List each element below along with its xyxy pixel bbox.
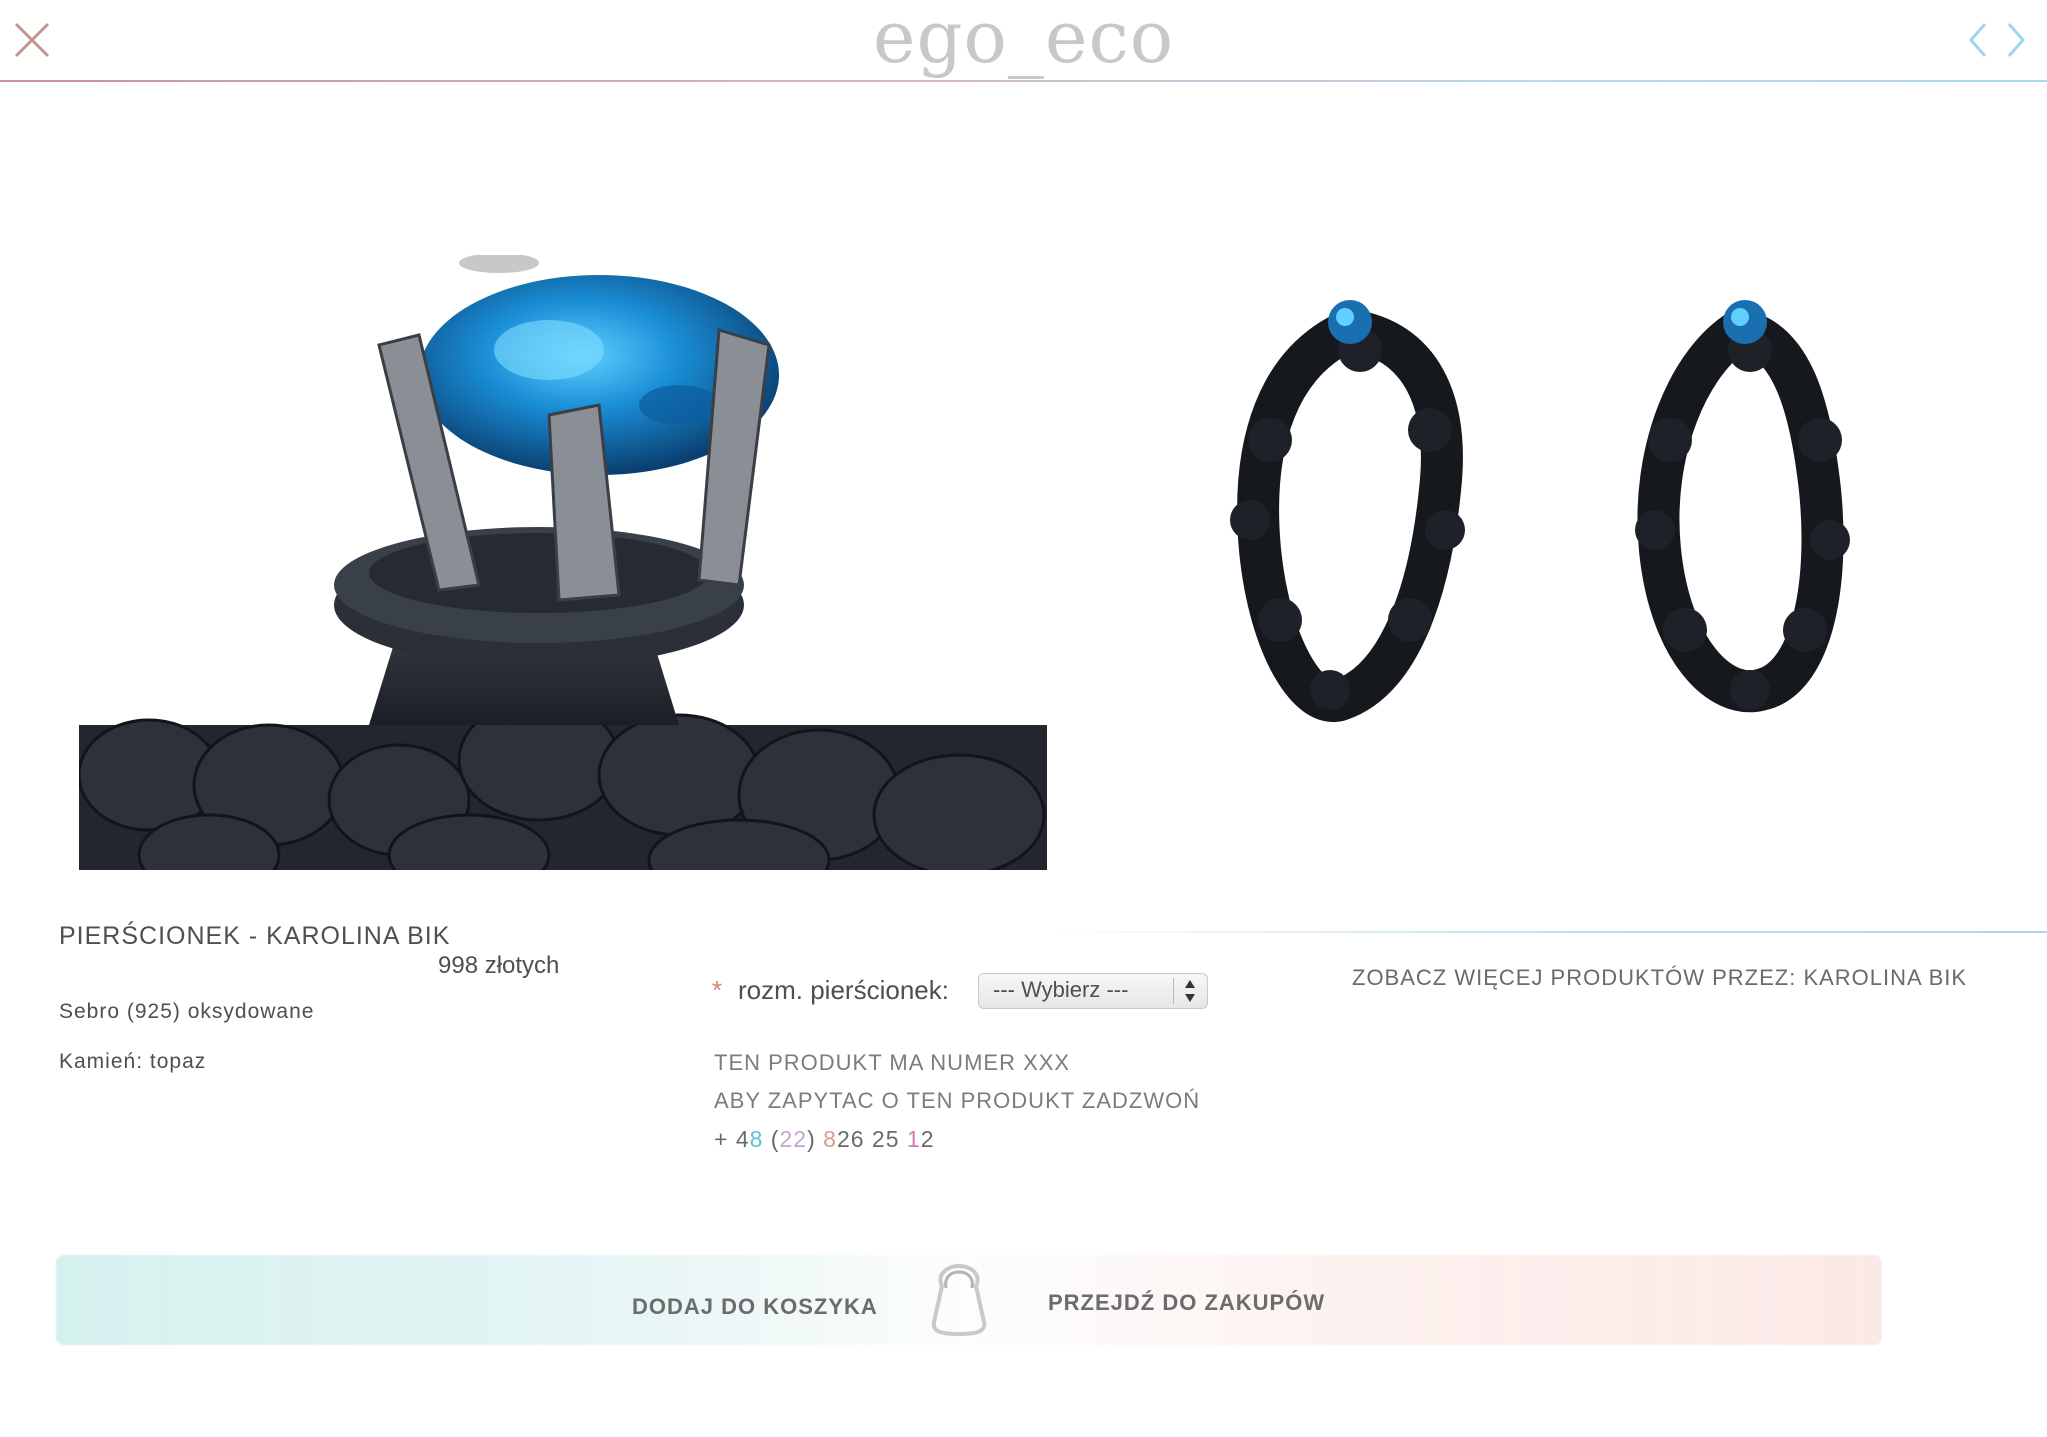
product-number-text: TEN PRODUKT MA NUMER XXX	[714, 1050, 1071, 1075]
size-select[interactable]: --- Wybierz ---	[978, 973, 1208, 1009]
required-mark: *	[712, 975, 723, 1005]
ring-left	[1237, 308, 1463, 722]
phone-part: 8	[823, 1126, 837, 1152]
phone-part: )	[807, 1126, 824, 1152]
size-select-value: --- Wybierz ---	[993, 977, 1129, 1002]
phone-part: 2	[920, 1126, 935, 1152]
phone-part: + 4	[714, 1126, 750, 1152]
phone-part: (	[763, 1126, 780, 1152]
phone-part: 22	[779, 1126, 808, 1152]
product-price: 998 złotych	[438, 952, 560, 979]
phone-part: 26 25	[836, 1126, 907, 1152]
checkout-button[interactable]: PRZEJDŹ DO ZAKUPÓW	[1048, 1290, 1325, 1316]
select-divider	[1173, 978, 1174, 1004]
phone-part: 8	[749, 1126, 764, 1152]
more-products-link[interactable]: ZOBACZ WIĘCEJ PRODUKTÓW PRZEZ: KAROLINA …	[1352, 965, 1967, 991]
chevron-right-icon[interactable]	[2001, 18, 2031, 62]
product-navigation	[1963, 18, 2033, 62]
chevron-left-icon[interactable]	[1963, 18, 1993, 62]
section-divider	[1050, 931, 2047, 933]
product-material: Sebro (925) oksydowane	[59, 1000, 315, 1023]
shopping-bag-icon[interactable]	[928, 1264, 990, 1336]
ask-product-text: ABY ZAPYTAC O TEN PRODUKT ZADZWOŃ	[714, 1088, 1201, 1113]
product-closeup-image[interactable]	[79, 255, 1047, 870]
phone-number[interactable]: + 48 (22) 826 25 12	[714, 1126, 934, 1153]
header-divider	[0, 80, 2047, 82]
phone-part: 1	[906, 1126, 921, 1152]
select-arrows-icon	[1185, 980, 1195, 1002]
size-label: rozm. pierścionek:	[738, 975, 949, 1005]
site-logo[interactable]: ego_eco	[0, 0, 2047, 82]
product-stone: Kamień: topaz	[59, 1050, 207, 1073]
product-main-image[interactable]	[1160, 290, 1900, 730]
add-to-cart-button[interactable]: DODAJ DO KOSZYKA	[632, 1294, 878, 1320]
product-title: PIERŚCIONEK - KAROLINA BIK	[59, 922, 451, 950]
